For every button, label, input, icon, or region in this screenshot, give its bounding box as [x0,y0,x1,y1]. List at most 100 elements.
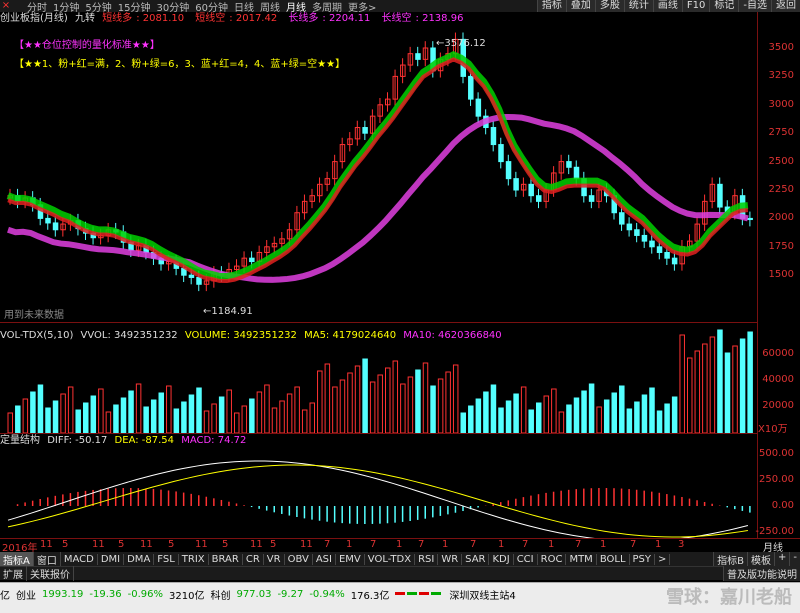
indicator-tab-18[interactable]: CCI [514,553,538,565]
volume-bar [52,400,59,434]
indicator-tab-4[interactable]: DMA [124,553,155,565]
indicator-tab-6[interactable]: TRIX [179,553,209,565]
volume-bar [7,412,13,434]
x-tick-16: 7 [418,539,425,550]
chart-canvas[interactable]: ←3576.12 ←1184.91 [0,0,800,538]
volume-bar [226,389,232,434]
indicator-right-button-0[interactable]: 指标B [713,552,747,567]
help-link[interactable]: 普及版功能说明 [723,566,800,581]
volume-bar [347,372,353,434]
volume-bar [196,387,202,434]
short-ma-band-red [7,57,749,284]
macd-y-axis: 500.00 250.00 0.00 -250.00 [755,0,794,538]
indicator-tab-17[interactable]: KDJ [489,553,514,565]
candle-body [626,223,633,231]
indicator-right-button-2[interactable]: + [774,552,790,567]
volume-bar [445,371,451,434]
vvol-value: VVOL: 3492351232 [80,330,178,341]
x-tick-19: 1 [498,539,505,550]
indicator-tab-13[interactable]: VOL-TDX [365,553,416,565]
candle-body [619,212,625,225]
indicator-right-button-1[interactable]: 模板 [747,552,774,567]
candle-body [475,98,482,117]
long-ma-band [7,113,749,283]
candle-body [634,229,640,236]
volume-bar [301,409,308,434]
indicator-tabs-bar: 指标A 窗口 MACD DMI DMA FSL TRIX BRAR CR VR OBV ASI EMV V… [0,551,800,567]
volume-bar [588,383,595,434]
indicator-tab-2[interactable]: MACD [61,553,98,565]
macd-panel-title: 定量结构 DIFF: -50.17 DEA: -87.54 MACD: 74.7… [0,434,250,448]
indicator-tab-12[interactable]: EMV [336,553,365,565]
indicator-tab-7[interactable]: BRAR [209,553,243,565]
indicator-tab-22[interactable]: PSY [630,553,656,565]
volume-bar [128,390,134,434]
vol-panel-title: VOL-TDX(5,10) VVOL: 3492351232 VOLUME: 3… [0,329,506,343]
volume-bar [67,386,74,434]
candle-body [641,234,648,242]
indicator-tab-19[interactable]: ROC [538,553,567,565]
volume-bar [505,400,512,434]
volume-bar [203,410,210,434]
related-quotes-tab[interactable]: 关联报价 [27,566,74,581]
volume-bar [694,350,701,434]
x-tick-17: 1 [442,539,449,550]
short-ma-band [6,51,749,281]
indicator-tab-14[interactable]: RSI [415,553,439,565]
indicator-tab-0[interactable]: 指标A [0,551,34,567]
indicator-tab-5[interactable]: FSL [154,553,179,565]
volume-bar [279,400,285,434]
indicator-tab-15[interactable]: WR [438,553,463,565]
candle-body [747,217,753,221]
volume-bar [498,407,504,434]
x-tick-6: 5 [168,539,175,550]
x-tick-25: 1 [655,539,662,550]
volume-bar [30,391,36,434]
indicator-tab-10[interactable]: OBV [285,553,313,565]
volume-bar [369,381,376,434]
ma10-value: MA10: 4620366840 [403,330,502,341]
x-tick-3: 11 [92,539,105,550]
volume-bar [98,388,104,434]
indicator-tab-21[interactable]: BOLL [597,553,630,565]
volume-bar [528,409,534,434]
indicator-tab-3[interactable]: DMI [98,553,125,565]
candle-body [52,222,59,231]
x-tick-1: 11 [40,539,53,550]
volume-bar [483,391,489,434]
indicator-tab-8[interactable]: CR [243,553,264,565]
indicator-tab-20[interactable]: MTM [566,553,597,565]
volume-bar [385,367,391,434]
x-tick-2: 5 [62,539,69,550]
volume-bar [596,406,602,434]
extend-tab[interactable]: 扩展 [0,566,27,581]
indicator-right-button-3[interactable]: - [789,552,800,567]
macd_panel-tick-1: 250.00 [759,474,794,485]
server-station[interactable]: 深圳双线主站4 [449,587,515,602]
volume-bar [264,384,270,434]
indicator-tab-11[interactable]: ASI [313,553,336,565]
candle-body [566,161,572,168]
macd-indicator-name: 定量结构 [0,435,40,446]
indicator-tab-1[interactable]: 窗口 [34,551,61,567]
volume-bar [362,358,368,434]
indicator-tab-16[interactable]: SAR [462,553,490,565]
watermark: 雪球：嘉川老船 [666,587,792,608]
volume-bar [687,357,693,434]
volume-bar [407,376,414,434]
volume-bar [709,336,716,434]
indicator-tab-23[interactable]: > [655,553,671,565]
volume-bar [536,402,542,434]
candle-body [528,183,534,197]
x-tick-23: 1 [600,539,607,550]
volume-bar [60,393,66,434]
volume-bar [339,379,346,434]
indicator-tab-9[interactable]: VR [264,553,285,565]
volume-bar [724,352,731,434]
x-tick-15: 1 [396,539,403,550]
volume-bar [475,398,482,434]
volume-bar [626,408,633,434]
volume-bar [671,396,678,434]
candle-body [664,251,670,259]
main-panel-bottom-border [0,322,757,323]
